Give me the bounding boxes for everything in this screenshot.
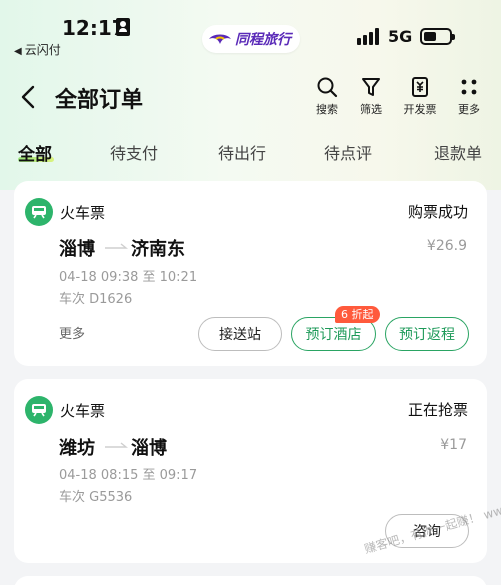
page-title: 全部订单: [55, 88, 144, 113]
order-status: 购票成功: [407, 203, 468, 221]
more-options-link[interactable]: 更多: [59, 323, 85, 342]
tab-pending-review[interactable]: 待点评: [324, 140, 372, 164]
network-type: 5G: [388, 27, 413, 46]
train-number: 车次 G5536: [59, 490, 133, 505]
book-return-button[interactable]: 预订返程: [385, 317, 469, 351]
departure-time: 04-18 09:38 至 10:21: [59, 270, 198, 285]
brand-pill: 同程旅行: [202, 25, 300, 53]
more-button[interactable]: 更多: [445, 76, 493, 117]
back-arrow-icon[interactable]: [16, 84, 42, 110]
invoice-button[interactable]: 开发票: [396, 76, 444, 117]
discount-badge: 6 折起: [335, 306, 380, 323]
back-app-label: 云闪付: [24, 43, 61, 57]
filter-label: 筛选: [360, 103, 382, 116]
route-arrow-icon: [105, 243, 128, 249]
battery-icon: [420, 28, 455, 45]
train-ticket-icon: [25, 198, 53, 226]
filter-button[interactable]: 筛选: [347, 76, 395, 117]
route-from: 淄博: [59, 239, 95, 260]
back-triangle-icon: ◀: [14, 46, 22, 57]
search-button[interactable]: 搜索: [303, 76, 351, 117]
pickup-dropoff-button[interactable]: 接送站: [198, 317, 282, 351]
more-dots-icon: [461, 79, 477, 95]
signal-icon: [357, 27, 381, 45]
route-arrow-icon: [105, 442, 128, 448]
route-to: 淄博: [131, 438, 167, 459]
train-number: 车次 D1626: [59, 292, 133, 307]
tab-pending-payment[interactable]: 待支付: [110, 140, 158, 164]
search-icon: [317, 77, 338, 98]
order-price: ¥26.9: [426, 238, 467, 254]
order-status: 正在抢票: [407, 401, 468, 419]
brand-name: 同程旅行: [235, 32, 291, 48]
route-from: 潍坊: [59, 438, 95, 459]
more-label: 更多: [458, 103, 480, 116]
order-type: 火车票: [60, 402, 106, 420]
departure-time: 04-18 08:15 至 09:17: [59, 468, 198, 483]
invoice-icon: [412, 77, 428, 97]
brand-logo-icon: [209, 34, 231, 44]
tab-pending-travel[interactable]: 待出行: [218, 140, 266, 164]
invoice-label: 开发票: [403, 103, 437, 116]
order-price: ¥17: [440, 437, 467, 453]
order-type: 火车票: [60, 204, 106, 222]
tab-refunds[interactable]: 退款单: [434, 140, 482, 164]
route-to: 济南东: [131, 239, 185, 260]
back-to-app-link[interactable]: ◀ 云闪付: [14, 41, 61, 58]
order-card[interactable]: [14, 576, 487, 585]
train-ticket-icon: [25, 396, 53, 424]
filter-icon: [362, 78, 380, 96]
tab-all[interactable]: 全部: [18, 140, 52, 165]
person-icon: [116, 18, 130, 36]
search-label: 搜索: [316, 103, 338, 116]
